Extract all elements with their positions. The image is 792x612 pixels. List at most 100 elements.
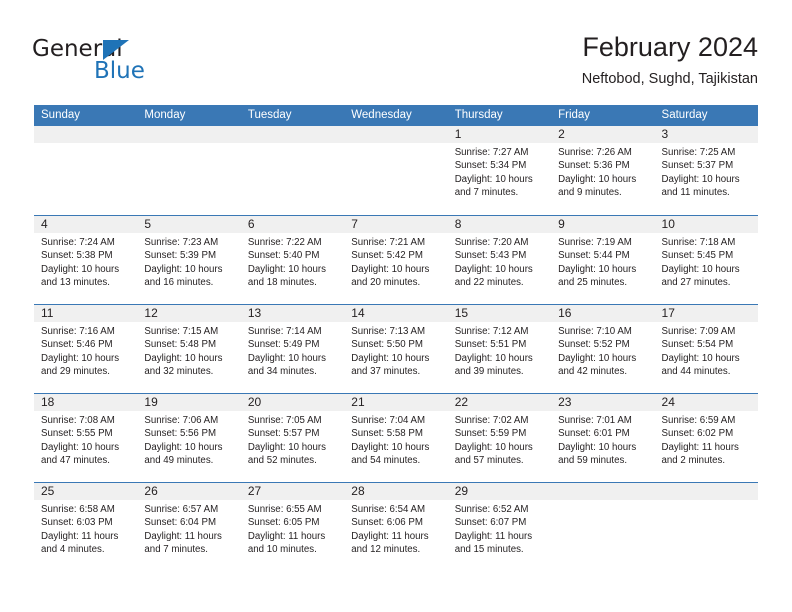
day-cell-23[interactable]: 23 Sunrise: 7:01 AM Sunset: 6:01 PM Dayligh… [551, 394, 655, 482]
day-cell-27[interactable]: 27 Sunrise: 6:55 AM Sunset: 6:05 PM Dayligh… [240, 483, 345, 571]
sunrise-text: Sunrise: 7:21 AM [351, 237, 426, 248]
day-number: 22 [447, 394, 552, 411]
day-details: Sunrise: 7:27 AM Sunset: 5:34 PM Daylight:… [448, 143, 551, 200]
day-details: Sunrise: 6:55 AM Sunset: 6:05 PM Daylight:… [241, 500, 344, 557]
day-number: 5 [137, 216, 241, 233]
day-number: 29 [447, 483, 552, 500]
sunset-text: Sunset: 6:01 PM [558, 428, 630, 440]
sunset-text: Sunset: 5:51 PM [454, 339, 527, 351]
sunset-text: Sunset: 5:58 PM [351, 428, 423, 440]
daylight-text-line1: Daylight: 10 hours [351, 441, 430, 453]
daylight-text-line1: Daylight: 10 hours [144, 441, 223, 453]
sunrise-text: Sunrise: 7:15 AM [144, 326, 219, 337]
day-details: Sunrise: 7:08 AM Sunset: 5:55 PM Daylight:… [34, 411, 137, 468]
daylight-text-line2: and 9 minutes. [558, 187, 622, 199]
day-cell-13[interactable]: 13 Sunrise: 7:14 AM Sunset: 5:49 PM Dayligh… [240, 305, 345, 393]
day-details: Sunrise: 7:21 AM Sunset: 5:42 PM Daylight:… [344, 233, 447, 290]
day-cell-14[interactable]: 14 Sunrise: 7:13 AM Sunset: 5:50 PM Dayligh… [344, 305, 448, 393]
day-cell-12[interactable]: 12 Sunrise: 7:15 AM Sunset: 5:48 PM Dayligh… [137, 305, 241, 393]
day-details: Sunrise: 7:09 AM Sunset: 5:54 PM Daylight:… [655, 322, 758, 379]
title-block: February 2024 Neftobod, Sughd, Tajikista… [582, 30, 758, 90]
day-cell-22[interactable]: 22 Sunrise: 7:02 AM Sunset: 5:59 PM Dayligh… [447, 394, 552, 482]
sunset-text: Sunset: 5:59 PM [454, 428, 527, 440]
day-number [34, 126, 138, 143]
day-cell-1[interactable]: 1 Sunrise: 7:27 AM Sunset: 5:34 PM Daylight… [447, 126, 552, 215]
day-cell-3[interactable]: 3 Sunrise: 7:25 AM Sunset: 5:37 PM Daylight… [654, 126, 758, 215]
day-details: Sunrise: 7:23 AM Sunset: 5:39 PM Daylight:… [137, 233, 240, 290]
daylight-text-line2: and 39 minutes. [454, 366, 524, 378]
day-cell-7[interactable]: 7 Sunrise: 7:21 AM Sunset: 5:42 PM Daylight… [344, 216, 448, 304]
day-number [654, 483, 758, 500]
day-cell-28[interactable]: 28 Sunrise: 6:54 AM Sunset: 6:06 PM Dayligh… [344, 483, 448, 571]
general-blue-logo[interactable]: General Blue [32, 36, 202, 88]
sunrise-text: Sunrise: 7:16 AM [41, 326, 115, 337]
sunset-text: Sunset: 6:02 PM [661, 428, 734, 440]
sunrise-text: Sunrise: 7:08 AM [41, 415, 115, 426]
day-cell-29[interactable]: 29 Sunrise: 6:52 AM Sunset: 6:07 PM Dayligh… [447, 483, 552, 571]
sunrise-text: Sunrise: 7:22 AM [247, 237, 322, 248]
sunrise-text: Sunrise: 6:54 AM [351, 504, 426, 515]
page-title: February 2024 [582, 32, 758, 62]
day-cell-17[interactable]: 17 Sunrise: 7:09 AM Sunset: 5:54 PM Dayligh… [654, 305, 758, 393]
daylight-text-line2: and 32 minutes. [144, 366, 214, 378]
sunset-text: Sunset: 6:03 PM [41, 517, 113, 529]
sunset-text: Sunset: 5:36 PM [558, 160, 630, 172]
day-cell-5[interactable]: 5 Sunrise: 7:23 AM Sunset: 5:39 PM Daylight… [137, 216, 241, 304]
day-cell-empty [654, 483, 758, 571]
sunset-text: Sunset: 6:06 PM [351, 517, 423, 529]
day-cell-2[interactable]: 2 Sunrise: 7:26 AM Sunset: 5:36 PM Daylight… [551, 126, 655, 215]
calendar-page: General Blue February 2024 Neftobod, Sug… [0, 0, 792, 612]
daylight-text-line2: and 12 minutes. [351, 544, 421, 556]
sunset-text: Sunset: 5:44 PM [558, 250, 630, 262]
day-details: Sunrise: 7:05 AM Sunset: 5:57 PM Daylight:… [241, 411, 344, 468]
day-cell-25[interactable]: 25 Sunrise: 6:58 AM Sunset: 6:03 PM Dayligh… [34, 483, 138, 571]
day-number: 8 [447, 216, 552, 233]
day-number: 17 [654, 305, 758, 322]
day-cell-19[interactable]: 19 Sunrise: 7:06 AM Sunset: 5:56 PM Dayligh… [137, 394, 241, 482]
daylight-text-line1: Daylight: 10 hours [247, 352, 326, 364]
day-details: Sunrise: 6:52 AM Sunset: 6:07 PM Daylight:… [448, 500, 551, 557]
daylight-text-line1: Daylight: 10 hours [661, 352, 740, 364]
day-cell-26[interactable]: 26 Sunrise: 6:57 AM Sunset: 6:04 PM Dayligh… [137, 483, 241, 571]
sunrise-text: Sunrise: 7:26 AM [558, 147, 632, 158]
triangle-icon [103, 40, 129, 60]
daylight-text-line1: Daylight: 10 hours [351, 352, 430, 364]
sunrise-text: Sunrise: 7:02 AM [454, 415, 529, 426]
calendar-weeks: 1 Sunrise: 7:27 AM Sunset: 5:34 PM Daylight… [34, 126, 758, 571]
day-number: 10 [654, 216, 758, 233]
day-cell-9[interactable]: 9 Sunrise: 7:19 AM Sunset: 5:44 PM Daylight… [551, 216, 655, 304]
sunrise-text: Sunrise: 6:58 AM [41, 504, 115, 515]
day-cell-20[interactable]: 20 Sunrise: 7:05 AM Sunset: 5:57 PM Dayligh… [240, 394, 345, 482]
sunrise-text: Sunrise: 7:06 AM [144, 415, 219, 426]
day-details: Sunrise: 6:59 AM Sunset: 6:02 PM Daylight:… [655, 411, 758, 468]
day-number: 18 [34, 394, 138, 411]
daylight-text-line1: Daylight: 11 hours [247, 530, 326, 542]
day-cell-4[interactable]: 4 Sunrise: 7:24 AM Sunset: 5:38 PM Daylight… [34, 216, 138, 304]
day-number: 20 [240, 394, 345, 411]
day-cell-10[interactable]: 10 Sunrise: 7:18 AM Sunset: 5:45 PM Dayligh… [654, 216, 758, 304]
day-cell-8[interactable]: 8 Sunrise: 7:20 AM Sunset: 5:43 PM Daylight… [447, 216, 552, 304]
day-cell-11[interactable]: 11 Sunrise: 7:16 AM Sunset: 5:46 PM Dayligh… [34, 305, 138, 393]
daylight-text-line2: and 7 minutes. [454, 187, 519, 199]
day-cell-18[interactable]: 18 Sunrise: 7:08 AM Sunset: 5:55 PM Dayligh… [34, 394, 138, 482]
sunset-text: Sunset: 5:46 PM [41, 339, 113, 351]
week-row: 4 Sunrise: 7:24 AM Sunset: 5:38 PM Daylight… [34, 215, 758, 304]
day-cell-6[interactable]: 6 Sunrise: 7:22 AM Sunset: 5:40 PM Daylight… [240, 216, 345, 304]
day-cell-21[interactable]: 21 Sunrise: 7:04 AM Sunset: 5:58 PM Dayligh… [344, 394, 448, 482]
day-details: Sunrise: 6:58 AM Sunset: 6:03 PM Daylight:… [34, 500, 137, 557]
day-cell-15[interactable]: 15 Sunrise: 7:12 AM Sunset: 5:51 PM Dayligh… [447, 305, 552, 393]
sunrise-text: Sunrise: 7:24 AM [41, 237, 115, 248]
sunrise-text: Sunrise: 7:10 AM [558, 326, 632, 337]
day-number [344, 126, 448, 143]
day-number: 19 [137, 394, 241, 411]
day-details: Sunrise: 6:57 AM Sunset: 6:04 PM Daylight:… [137, 500, 240, 557]
day-cell-16[interactable]: 16 Sunrise: 7:10 AM Sunset: 5:52 PM Dayligh… [551, 305, 655, 393]
sunrise-text: Sunrise: 7:01 AM [558, 415, 632, 426]
sunrise-text: Sunrise: 7:05 AM [247, 415, 322, 426]
sunrise-text: Sunrise: 7:18 AM [661, 237, 736, 248]
day-cell-24[interactable]: 24 Sunrise: 6:59 AM Sunset: 6:02 PM Dayligh… [654, 394, 758, 482]
day-details: Sunrise: 7:10 AM Sunset: 5:52 PM Daylight:… [551, 322, 654, 379]
sunrise-text: Sunrise: 7:19 AM [558, 237, 632, 248]
day-number: 3 [654, 126, 758, 143]
day-details: Sunrise: 7:06 AM Sunset: 5:56 PM Daylight:… [137, 411, 240, 468]
